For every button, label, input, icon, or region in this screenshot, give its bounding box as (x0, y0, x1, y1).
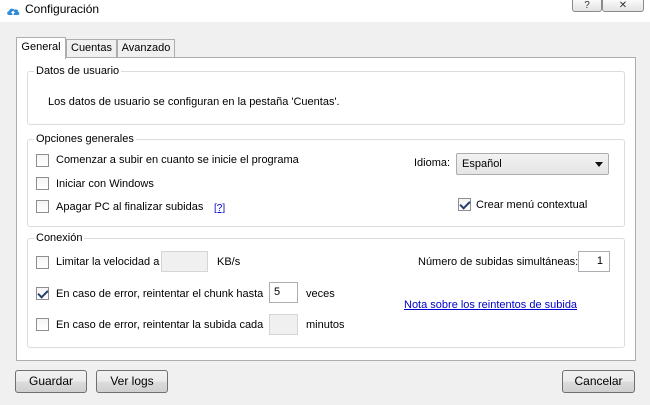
shutdown-checkbox[interactable] (36, 200, 49, 213)
chevron-down-icon (595, 162, 603, 167)
retry-chunk-label[interactable]: En caso de error, reintentar el chunk ha… (56, 288, 263, 301)
context-menu-label[interactable]: Crear menú contextual (476, 199, 587, 212)
save-button[interactable]: Guardar (15, 370, 87, 393)
cloud-upload-icon (7, 8, 20, 15)
user-data-message: Los datos de usuario se configuran en la… (48, 96, 340, 108)
user-data-legend: Datos de usuario (34, 64, 122, 78)
start-with-windows-checkbox[interactable] (36, 177, 49, 190)
language-value: Español (462, 158, 502, 170)
retry-chunk-checkbox[interactable] (36, 287, 49, 300)
shutdown-help-link[interactable]: [?] (214, 202, 225, 215)
general-options-legend: Opciones generales (34, 132, 136, 146)
connection-group: Conexión Limitar la velocidad a KB/s Núm… (27, 231, 625, 348)
simultaneous-uploads-label: Número de subidas simultáneas: (418, 256, 579, 268)
close-button[interactable]: ✕ (602, 0, 644, 12)
title-bar: Configuración ? ✕ (0, 0, 650, 22)
limit-speed-checkbox[interactable] (36, 256, 49, 269)
start-upload-label[interactable]: Comenzar a subir en cuanto se inicie el … (56, 154, 299, 167)
speed-unit-label: KB/s (217, 256, 241, 268)
retry-upload-unit-label: minutos (306, 319, 345, 331)
retry-upload-label[interactable]: En caso de error, reintentar la subida c… (56, 319, 263, 332)
retry-upload-checkbox[interactable] (36, 318, 49, 331)
retry-upload-input[interactable] (269, 314, 298, 335)
speed-limit-input[interactable] (161, 251, 208, 272)
language-label: Idioma: (414, 157, 451, 169)
retry-chunk-unit-label: veces (306, 288, 335, 300)
close-icon: ✕ (618, 0, 628, 11)
start-with-windows-label[interactable]: Iniciar con Windows (56, 178, 154, 191)
view-logs-button[interactable]: Ver logs (96, 370, 168, 393)
connection-legend: Conexión (34, 231, 85, 245)
shutdown-label[interactable]: Apagar PC al finalizar subidas (56, 201, 203, 214)
retry-chunk-input[interactable]: 5 (269, 282, 298, 303)
help-button[interactable]: ? (572, 0, 602, 12)
retry-note-link[interactable]: Nota sobre los reintentos de subida (404, 299, 577, 312)
user-data-group: Datos de usuario Los datos de usuario se… (27, 64, 625, 125)
tab-general[interactable]: General (16, 37, 66, 59)
tab-panel-general: Datos de usuario Los datos de usuario se… (16, 57, 636, 361)
window-title: Configuración (25, 2, 100, 16)
start-upload-checkbox[interactable] (36, 154, 49, 167)
tab-avanzado[interactable]: Avanzado (117, 39, 175, 58)
simultaneous-uploads-input[interactable]: 1 (578, 251, 610, 272)
tab-cuentas[interactable]: Cuentas (66, 39, 117, 58)
language-select[interactable]: Español (456, 153, 609, 175)
limit-speed-label[interactable]: Limitar la velocidad a (56, 256, 159, 269)
context-menu-checkbox[interactable] (458, 198, 471, 211)
cancel-button[interactable]: Cancelar (562, 370, 635, 393)
general-options-group: Opciones generales Comenzar a subir en c… (27, 132, 625, 227)
